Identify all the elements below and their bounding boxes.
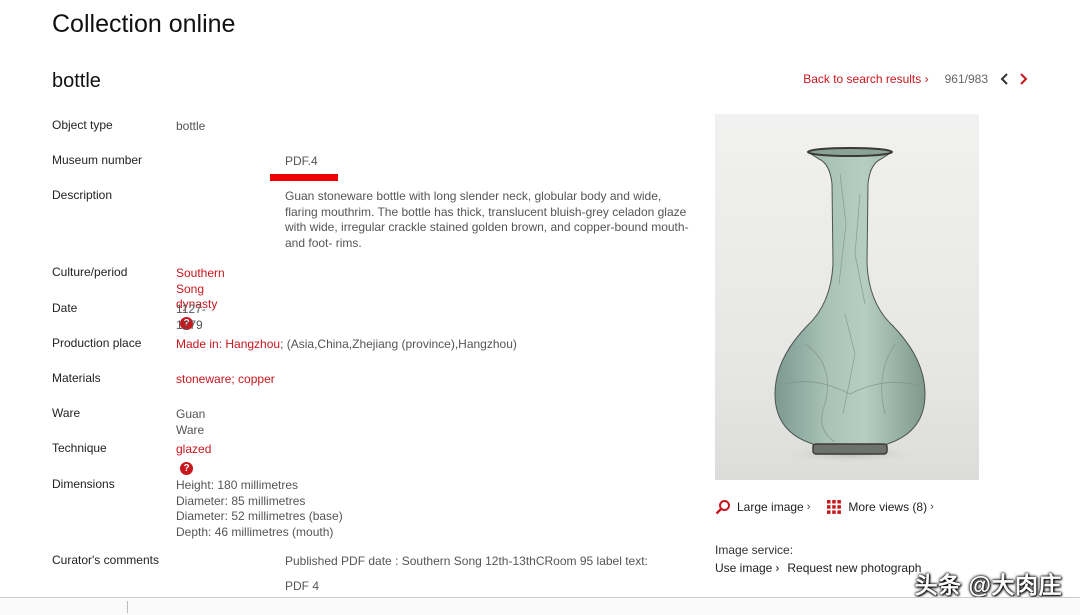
dimensions-value: Height: 180 millimetres Diameter: 85 mil… <box>176 478 476 540</box>
ware-link[interactable]: Guan Ware <box>176 407 205 438</box>
bottom-bar <box>0 597 1080 615</box>
divider <box>127 601 128 613</box>
label-production-place: Production place <box>52 336 142 350</box>
label-museum-number: Museum number <box>52 153 143 167</box>
chevron-left-icon[interactable] <box>998 71 1012 87</box>
technique-value: glazed? <box>176 442 211 475</box>
object-image[interactable] <box>715 114 979 480</box>
highlight-underline <box>270 174 338 181</box>
site-title: Collection online <box>52 10 236 38</box>
curator-comment-line: Published PDF date : Southern Song 12th-… <box>285 554 648 568</box>
label-materials: Materials <box>52 371 101 385</box>
object-type-link[interactable]: bottle <box>176 119 205 135</box>
large-image-link[interactable]: Large image › <box>715 499 810 515</box>
label-ware: Ware <box>52 406 81 420</box>
curator-comments-value: Published PDF date : Southern Song 12th-… <box>285 554 697 594</box>
dimension-line: Height: 180 millimetres <box>176 478 299 492</box>
label-description: Description <box>52 188 113 202</box>
help-icon[interactable]: ? <box>180 461 193 475</box>
date-value: 1127-1279 <box>176 302 206 332</box>
label-dimensions: Dimensions <box>52 477 115 491</box>
production-place-value: Made in: Hangzhou; (Asia,China,Zhejiang … <box>176 337 656 353</box>
image-service-label: Image service: <box>715 543 794 557</box>
material-link-stoneware[interactable]: stoneware <box>176 372 231 386</box>
dimension-line: Diameter: 85 millimetres <box>176 493 306 508</box>
label-object-type: Object type <box>52 118 113 132</box>
dimension-line: Diameter: 52 millimetres (base) <box>176 509 343 523</box>
chevron-right-icon[interactable] <box>1016 71 1030 87</box>
more-views-link[interactable]: More views (8) › <box>826 499 934 515</box>
grid-icon <box>827 500 842 514</box>
label-curator-comments: Curator's comments <box>52 553 159 567</box>
curator-comment-line: PDF 4 <box>285 578 320 593</box>
vase-illustration <box>770 147 930 464</box>
zoom-icon <box>715 500 730 515</box>
request-photo-link[interactable]: Request new photograph <box>787 561 921 575</box>
label-culture: Culture/period <box>52 265 128 279</box>
material-link-copper[interactable]: copper <box>238 372 275 386</box>
result-navigation: Back to search results › 961/983 <box>803 71 1030 87</box>
back-to-search-link[interactable]: Back to search results › <box>803 72 928 86</box>
result-count: 961/983 <box>944 72 988 86</box>
use-image-link[interactable]: Use image › <box>715 561 779 575</box>
production-place-detail: ; (Asia,China,Zhejiang (province),Hangzh… <box>280 337 517 351</box>
production-place-link[interactable]: Made in: Hangzhou <box>176 337 280 351</box>
museum-number-value: PDF.4 <box>285 154 318 168</box>
image-links: Large image › More views (8) › <box>715 499 934 515</box>
object-title: bottle <box>52 70 101 92</box>
label-technique: Technique <box>52 441 107 455</box>
label-date: Date <box>52 301 78 315</box>
watermark: 头条 @大肉庄 <box>914 572 1062 598</box>
dimension-line: Depth: 46 millimetres (mouth) <box>176 524 334 539</box>
technique-link[interactable]: glazed <box>176 442 211 456</box>
materials-value: stoneware; copper <box>176 372 476 388</box>
description-value: Guan stoneware bottle with long slender … <box>285 189 689 250</box>
image-service-links: Use image › Request new photograph <box>715 561 921 575</box>
